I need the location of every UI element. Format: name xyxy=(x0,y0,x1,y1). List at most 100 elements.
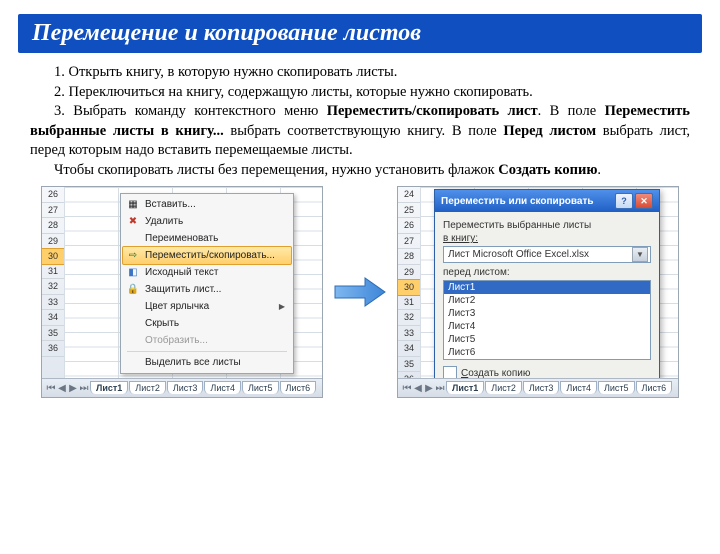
ctx-insert[interactable]: ▦Вставить... xyxy=(123,196,291,213)
list-item[interactable]: Лист1 xyxy=(444,281,650,294)
sheet-tab[interactable]: Лист5 xyxy=(598,381,635,394)
tab-nav-first-icon[interactable]: ⏮ xyxy=(46,382,56,394)
ctx-move-copy[interactable]: ⇨Переместить/скопировать... xyxy=(122,246,292,265)
sheet-tab[interactable]: Лист3 xyxy=(167,381,204,394)
color-icon xyxy=(126,300,140,314)
row-header[interactable]: 27 xyxy=(42,203,64,219)
row-header[interactable]: 33 xyxy=(42,295,64,311)
insert-cells-icon: ▦ xyxy=(126,198,140,212)
book-combo-value: Лист Microsoft Office Excel.xlsx xyxy=(448,249,589,260)
ctx-separator xyxy=(127,351,287,352)
list-item[interactable]: Лист2 xyxy=(444,294,650,307)
list-item[interactable]: Лист4 xyxy=(444,320,650,333)
tab-strip-right: ⏮ ◀ ▶ ⏭ Лист1Лист2Лист3Лист4Лист5Лист6 xyxy=(398,378,678,397)
move-copy-dialog: Переместить или скопировать ? ✕ Перемест… xyxy=(434,189,660,398)
dialog-help-button[interactable]: ? xyxy=(615,193,633,209)
step-2: 2. Переключиться на книгу, содержащую ли… xyxy=(30,83,690,103)
ctx-delete[interactable]: ✖Удалить xyxy=(123,213,291,230)
step-3: 3. Выбрать команду контекстного меню Пер… xyxy=(30,102,690,161)
list-item[interactable]: (переместить в конец) xyxy=(444,359,650,360)
sheet-tab[interactable]: Лист6 xyxy=(280,381,317,394)
row-header[interactable]: 34 xyxy=(398,341,420,357)
ctx-protect[interactable]: 🔒Защитить лист... xyxy=(123,281,291,298)
step-1: 1. Открыть книгу, в которую нужно скопир… xyxy=(30,63,690,83)
row-headers-left: 2627282930313233343536 xyxy=(42,187,65,379)
row-header[interactable]: 34 xyxy=(42,310,64,326)
row-header[interactable]: 28 xyxy=(398,249,420,265)
row-header[interactable]: 30 xyxy=(41,248,65,265)
instruction-text: 1. Открыть книгу, в которую нужно скопир… xyxy=(30,63,690,180)
row-header[interactable]: 32 xyxy=(42,279,64,295)
tab-nav-next-icon[interactable]: ▶ xyxy=(424,382,434,394)
slide-title: Перемещение и копирование листов xyxy=(32,20,688,47)
book-combo[interactable]: Лист Microsoft Office Excel.xlsx ▼ xyxy=(443,246,651,263)
tab-nav-prev-icon[interactable]: ◀ xyxy=(413,382,423,394)
row-header[interactable]: 35 xyxy=(398,357,420,373)
tab-nav-first-icon[interactable]: ⏮ xyxy=(402,382,412,394)
list-item[interactable]: Лист5 xyxy=(444,333,650,346)
list-item[interactable]: Лист3 xyxy=(444,307,650,320)
figures-row: 2627282930313233343536 ▦Вставить... ✖Уда… xyxy=(20,186,700,398)
row-header[interactable]: 27 xyxy=(398,234,420,250)
row-headers-right: 2425262728293031323334353637 xyxy=(398,187,421,379)
sheet-tab[interactable]: Лист5 xyxy=(242,381,279,394)
arrow xyxy=(333,274,387,310)
sheet-tab[interactable]: Лист3 xyxy=(523,381,560,394)
submenu-arrow-icon: ▶ xyxy=(279,302,285,311)
context-menu: ▦Вставить... ✖Удалить Переименовать ⇨Пер… xyxy=(120,193,294,374)
before-sheet-list[interactable]: Лист1Лист2Лист3Лист4Лист5Лист6(перемести… xyxy=(443,280,651,360)
move-copy-icon: ⇨ xyxy=(126,249,140,263)
sheet-tab[interactable]: Лист4 xyxy=(204,381,241,394)
row-header[interactable]: 35 xyxy=(42,326,64,342)
tab-nav-last-icon[interactable]: ⏭ xyxy=(435,382,445,394)
row-header[interactable]: 33 xyxy=(398,326,420,342)
row-header[interactable]: 25 xyxy=(398,203,420,219)
ctx-view-code[interactable]: ◧Исходный текст xyxy=(123,264,291,281)
tab-nav-last-icon[interactable]: ⏭ xyxy=(79,382,89,394)
dialog-titlebar: Переместить или скопировать ? ✕ xyxy=(435,190,659,212)
list-item[interactable]: Лист6 xyxy=(444,346,650,359)
row-header[interactable]: 31 xyxy=(398,295,420,311)
excel-right: 2425262728293031323334353637 Переместить… xyxy=(397,186,679,398)
code-icon: ◧ xyxy=(126,266,140,280)
row-header[interactable]: 29 xyxy=(398,265,420,281)
rename-icon xyxy=(126,232,140,246)
ctx-rename[interactable]: Переименовать xyxy=(123,230,291,247)
sheet-tab[interactable]: Лист2 xyxy=(129,381,166,394)
sheet-tab[interactable]: Лист1 xyxy=(90,381,128,394)
before-label: перед листом: xyxy=(443,267,651,278)
dialog-close-button[interactable]: ✕ xyxy=(635,193,653,209)
row-header[interactable]: 26 xyxy=(42,187,64,203)
slide-title-bar: Перемещение и копирование листов xyxy=(18,14,702,53)
ctx-select-all[interactable]: Выделить все листы xyxy=(123,354,291,371)
move-label: Переместить выбранные листы xyxy=(443,220,651,231)
sheet-tab[interactable]: Лист6 xyxy=(636,381,673,394)
row-header[interactable]: 30 xyxy=(397,279,421,296)
lock-icon: 🔒 xyxy=(126,283,140,297)
row-header[interactable]: 29 xyxy=(42,234,64,250)
create-copy-label: Создать копию xyxy=(461,368,530,379)
sheet-tab[interactable]: Лист2 xyxy=(485,381,522,394)
chevron-down-icon: ▼ xyxy=(632,247,648,262)
ctx-unhide[interactable]: Отобразить... xyxy=(123,332,291,349)
row-header[interactable]: 28 xyxy=(42,218,64,234)
tab-nav-prev-icon[interactable]: ◀ xyxy=(57,382,67,394)
tab-nav-next-icon[interactable]: ▶ xyxy=(68,382,78,394)
delete-icon: ✖ xyxy=(126,215,140,229)
note-copy: Чтобы скопировать листы без перемещения,… xyxy=(30,161,690,181)
dialog-title: Переместить или скопировать xyxy=(441,196,594,207)
row-header[interactable]: 31 xyxy=(42,264,64,280)
row-header[interactable]: 24 xyxy=(398,187,420,203)
row-header[interactable]: 26 xyxy=(398,218,420,234)
book-label: в книгу: xyxy=(443,233,651,244)
dialog-body: Переместить выбранные листы в книгу: Лис… xyxy=(435,212,659,398)
tab-strip-left: ⏮ ◀ ▶ ⏭ Лист1Лист2Лист3Лист4Лист5Лист6 xyxy=(42,378,322,397)
excel-left: 2627282930313233343536 ▦Вставить... ✖Уда… xyxy=(41,186,323,398)
row-header[interactable]: 32 xyxy=(398,310,420,326)
row-header[interactable]: 36 xyxy=(42,341,64,357)
arrow-icon xyxy=(333,274,387,310)
ctx-tab-color[interactable]: Цвет ярлычка▶ xyxy=(123,298,291,315)
sheet-tab[interactable]: Лист4 xyxy=(560,381,597,394)
sheet-tab[interactable]: Лист1 xyxy=(446,381,484,394)
ctx-hide[interactable]: Скрыть xyxy=(123,315,291,332)
